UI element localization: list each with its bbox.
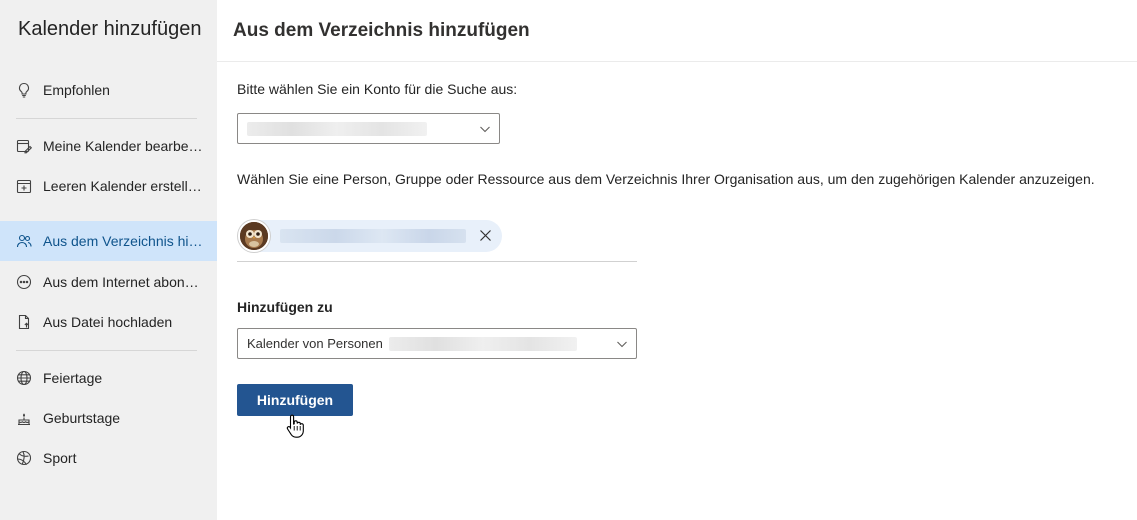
sidebar-item-label: Meine Kalender bearbeiten	[43, 138, 203, 154]
sidebar-item-label: Leeren Kalender erstellen	[43, 178, 203, 194]
globe-icon	[16, 370, 32, 386]
title-divider	[217, 61, 1137, 62]
sidebar-item-label: Aus dem Verzeichnis hinzufügen	[43, 233, 203, 249]
sidebar-item-label: Sport	[43, 450, 77, 466]
avatar	[238, 220, 270, 252]
add-to-label: Hinzufügen zu	[237, 299, 333, 315]
sidebar-item-edit-calendars[interactable]: Meine Kalender bearbeiten	[0, 126, 217, 166]
directory-hint: Wählen Sie eine Person, Gruppe oder Ress…	[237, 171, 1095, 187]
add-to-value: Kalender von Personen	[247, 336, 383, 351]
sidebar-item-holidays[interactable]: Feiertage	[0, 358, 217, 398]
cake-icon	[16, 410, 32, 426]
account-dropdown[interactable]	[237, 113, 500, 144]
sidebar-item-label: Geburtstage	[43, 410, 121, 426]
close-icon[interactable]	[479, 229, 492, 242]
sidebar-divider	[16, 350, 197, 351]
chevron-down-icon	[617, 341, 627, 347]
sidebar-item-upload-file[interactable]: Aus Datei hochladen	[0, 302, 217, 342]
sidebar-item-label: Empfohlen	[43, 82, 110, 98]
people-picker-underline	[237, 261, 637, 262]
sidebar-item-from-directory[interactable]: Aus dem Verzeichnis hinzufügen	[0, 221, 217, 261]
sidebar-item-birthdays[interactable]: Geburtstage	[0, 398, 217, 438]
owl-avatar-icon	[240, 222, 268, 250]
sports-ball-icon	[16, 450, 32, 466]
sidebar-item-label: Feiertage	[43, 370, 103, 386]
lightbulb-icon	[16, 82, 32, 98]
account-label: Bitte wählen Sie ein Konto für die Suche…	[237, 81, 518, 97]
main-panel: Aus dem Verzeichnis hinzufügen Bitte wäh…	[217, 0, 1137, 520]
sidebar-item-create-blank[interactable]: Leeren Kalender erstellen	[0, 166, 217, 206]
sidebar-divider	[16, 118, 197, 119]
chevron-down-icon	[480, 126, 490, 132]
people-directory-icon	[16, 233, 32, 249]
redacted-account	[247, 121, 427, 136]
sidebar-item-label: Aus dem Internet abonnieren	[43, 274, 203, 290]
hand-cursor-icon	[286, 414, 304, 438]
page-title: Aus dem Verzeichnis hinzufügen	[233, 20, 530, 41]
calendar-add-icon	[16, 178, 32, 194]
sidebar-item-subscribe-web[interactable]: Aus dem Internet abonnieren	[0, 262, 217, 302]
sidebar-item-label: Aus Datei hochladen	[43, 314, 173, 330]
add-button[interactable]: Hinzufügen	[237, 384, 353, 416]
add-to-dropdown[interactable]: Kalender von Personen	[237, 328, 637, 359]
redacted-calendar-owner	[388, 336, 577, 351]
sidebar-title: Kalender hinzufügen	[18, 18, 202, 40]
calendar-edit-icon	[16, 138, 32, 154]
document-upload-icon	[16, 314, 32, 330]
redacted-person-name	[280, 229, 466, 243]
selected-person-chip[interactable]	[238, 220, 502, 252]
sidebar-item-sports[interactable]: Sport	[0, 438, 217, 478]
sidebar-item-recommended[interactable]: Empfohlen	[0, 70, 217, 110]
globe-subscribe-icon	[16, 274, 32, 290]
sidebar: Kalender hinzufügen Empfohlen Meine Kale…	[0, 0, 217, 520]
